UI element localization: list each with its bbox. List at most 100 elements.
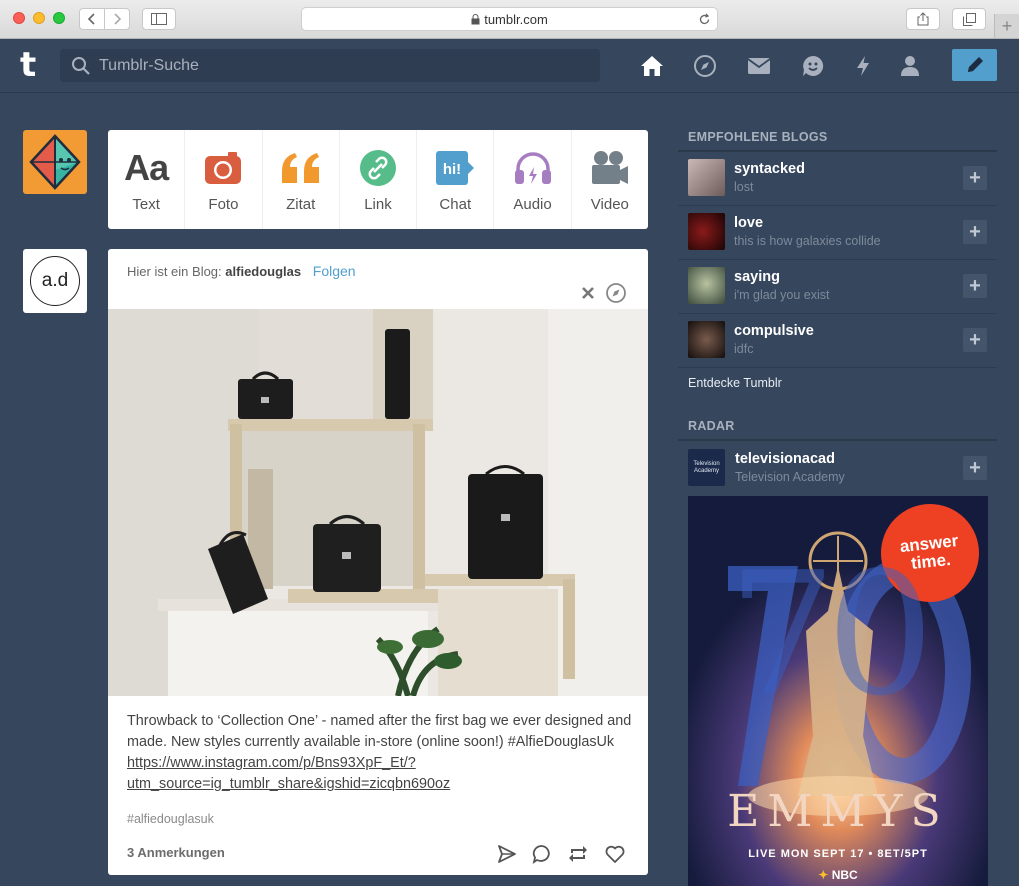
geometric-avatar-icon [29, 134, 81, 190]
follow-blog-button[interactable]: + [963, 166, 987, 190]
link-icon [359, 148, 397, 188]
follow-link[interactable]: Folgen [313, 263, 356, 279]
post-type-text[interactable]: Aa Text [108, 130, 186, 229]
blog-subtitle: lost [734, 180, 754, 194]
explore-tumblr-link[interactable]: Entdecke Tumblr [688, 376, 782, 390]
share-button[interactable] [906, 8, 940, 30]
camera-icon [204, 148, 242, 188]
post-type-label: Video [590, 196, 629, 213]
blog-avatar [688, 213, 725, 250]
user-icon [901, 56, 919, 76]
blog-avatar[interactable]: a.d [23, 249, 87, 313]
nav-inbox[interactable] [747, 54, 771, 78]
network-logo: ✦ NBC [688, 868, 988, 882]
tumblr-header: t Tumblr-Suche [0, 39, 1019, 93]
url-text: tumblr.com [484, 11, 548, 27]
reply-button[interactable] [531, 843, 553, 865]
recommended-blog-row[interactable]: compulsive idfc + [678, 314, 997, 368]
post-card: Hier ist ein Blog: alfiedouglas Folgen T… [108, 249, 648, 875]
back-button[interactable] [79, 8, 105, 30]
radar-heading: RADAR [678, 419, 997, 441]
post-photo[interactable] [108, 309, 648, 696]
search-input[interactable]: Tumblr-Suche [99, 57, 199, 75]
radar-avatar-text: Television Academy [693, 460, 720, 474]
post-type-label: Chat [439, 196, 472, 213]
share-button[interactable] [496, 843, 518, 865]
blog-subtitle: i'm glad you exist [734, 288, 830, 302]
post-type-link[interactable]: Link [340, 130, 418, 229]
search-bar[interactable]: Tumblr-Suche [60, 49, 600, 82]
blog-avatar [688, 321, 725, 358]
caption-link[interactable]: https://www.instagram.com/p/Bns93XpF_Et/… [127, 755, 416, 771]
post-type-video[interactable]: Video [572, 130, 648, 229]
quote-icon [280, 148, 322, 188]
svg-text:hi!: hi! [443, 161, 461, 178]
post-type-label: Audio [513, 196, 552, 213]
compass-icon[interactable] [605, 282, 627, 304]
zoom-window-button[interactable] [53, 12, 65, 24]
notes-count[interactable]: 3 Anmerkungen [127, 845, 225, 860]
post-type-label: Link [364, 196, 392, 213]
close-window-button[interactable] [13, 12, 25, 24]
lightning-icon [857, 56, 869, 76]
radar-post-image[interactable]: answer time. 70 EMMYS LIVE MON SEPT 17 •… [688, 496, 988, 886]
recommended-blog-row[interactable]: love this is how galaxies collide + [678, 206, 997, 260]
video-icon [591, 148, 629, 188]
minimize-window-button[interactable] [33, 12, 45, 24]
like-button[interactable] [604, 843, 626, 865]
radar-blog-row[interactable]: Television Academy televisionacad Televi… [678, 442, 997, 496]
reblog-icon [569, 846, 587, 862]
text-icon: Aa [124, 147, 169, 188]
follow-blog-button[interactable]: + [963, 456, 987, 480]
nav-messaging[interactable] [801, 54, 825, 78]
recommended-blog-row[interactable]: syntacked lost + [678, 152, 997, 206]
smiley-chat-icon [803, 55, 824, 76]
post-type-quote[interactable]: Zitat [263, 130, 340, 229]
nav-home[interactable] [640, 54, 664, 78]
caption-link[interactable]: utm_source=ig_tumblr_share&igshid=zicqbn… [127, 776, 450, 792]
blog-name: compulsive [734, 323, 814, 339]
tabs-overview-button[interactable] [952, 8, 986, 30]
post-type-chat[interactable]: hi! Chat [417, 130, 495, 229]
bags-photo [108, 309, 648, 696]
post-caption: Throwback to ‘Collection One’ - named af… [127, 711, 632, 795]
chevron-left-icon [87, 13, 95, 25]
air-date: LIVE MON SEPT 17 • 8ET/5PT [748, 848, 928, 860]
nav-account[interactable] [898, 54, 922, 78]
new-tab-button[interactable]: + [994, 14, 1019, 38]
compose-button[interactable] [952, 49, 997, 81]
post-header: Hier ist ein Blog: alfiedouglas Folgen [127, 263, 356, 279]
nav-explore[interactable] [693, 54, 717, 78]
plus-icon: + [969, 166, 981, 189]
reblog-button[interactable] [567, 843, 589, 865]
user-avatar[interactable] [23, 130, 87, 194]
tabs-icon [962, 12, 976, 26]
post-blog-name[interactable]: alfiedouglas [225, 264, 301, 279]
share-icon [917, 12, 929, 26]
follow-blog-button[interactable]: + [963, 220, 987, 244]
blog-avatar-circle: a.d [30, 256, 80, 306]
post-type-photo[interactable]: Foto [185, 130, 263, 229]
blog-name: televisionacad [735, 451, 835, 467]
tumblr-logo[interactable]: t [20, 48, 36, 82]
follow-blog-button[interactable]: + [963, 328, 987, 352]
search-icon [72, 56, 90, 75]
nav-activity[interactable] [851, 54, 875, 78]
forward-button[interactable] [104, 8, 130, 30]
browser-chrome: tumblr.com + [0, 0, 1019, 39]
close-icon[interactable] [581, 286, 595, 300]
post-type-bar: Aa Text Foto Zitat Link hi! Chat Audio V… [108, 130, 648, 229]
lock-icon [471, 13, 480, 24]
send-icon [498, 845, 516, 863]
address-bar[interactable]: tumblr.com [301, 7, 718, 31]
post-tag[interactable]: #alfiedouglasuk [127, 812, 214, 826]
sidebar-toggle-button[interactable] [142, 8, 176, 30]
heart-icon [605, 845, 625, 863]
chat-icon: hi! [435, 148, 475, 188]
plus-icon: + [969, 328, 981, 351]
blog-avatar [688, 159, 725, 196]
reload-icon[interactable] [698, 13, 711, 26]
post-type-audio[interactable]: Audio [494, 130, 572, 229]
follow-blog-button[interactable]: + [963, 274, 987, 298]
recommended-blog-row[interactable]: saying i'm glad you exist + [678, 260, 997, 314]
